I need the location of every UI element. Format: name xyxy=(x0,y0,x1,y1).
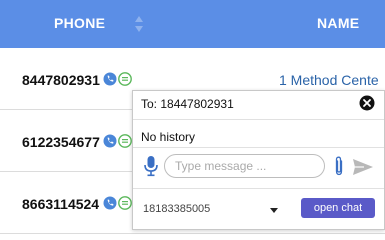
recipient-label: To: 18447802931 xyxy=(141,97,234,111)
sort-icon[interactable] xyxy=(134,15,144,33)
open-chat-button[interactable]: open chat xyxy=(301,198,375,218)
call-icon[interactable] xyxy=(103,134,117,148)
paperclip-icon[interactable] xyxy=(332,155,346,177)
microphone-icon[interactable] xyxy=(143,155,159,177)
sms-popup: To: 18447802931 No history 18183385005 o… xyxy=(132,90,385,230)
phone-number: 6122354677 xyxy=(22,134,100,150)
history-text: No history xyxy=(141,130,196,144)
divider xyxy=(133,147,384,148)
from-number-select[interactable]: 18183385005 xyxy=(143,203,210,215)
message-input[interactable] xyxy=(164,154,325,178)
divider xyxy=(133,119,384,120)
contact-name-link[interactable]: 1 Method Cente xyxy=(279,72,379,88)
phone-number: 8663114524 xyxy=(22,196,100,212)
chat-icon[interactable] xyxy=(118,134,132,148)
caret-down-icon[interactable] xyxy=(270,208,278,213)
chat-icon[interactable] xyxy=(118,72,132,86)
call-icon[interactable] xyxy=(103,196,117,210)
column-header-name[interactable]: NAME xyxy=(317,15,359,31)
close-icon[interactable] xyxy=(359,95,375,111)
call-icon[interactable] xyxy=(103,72,117,86)
chat-icon[interactable] xyxy=(118,196,132,210)
table-header: PHONE NAME xyxy=(0,0,385,48)
divider xyxy=(133,188,384,189)
phone-number: 8447802931 xyxy=(22,72,100,88)
column-header-phone[interactable]: PHONE xyxy=(54,15,105,31)
send-icon[interactable] xyxy=(352,158,374,176)
